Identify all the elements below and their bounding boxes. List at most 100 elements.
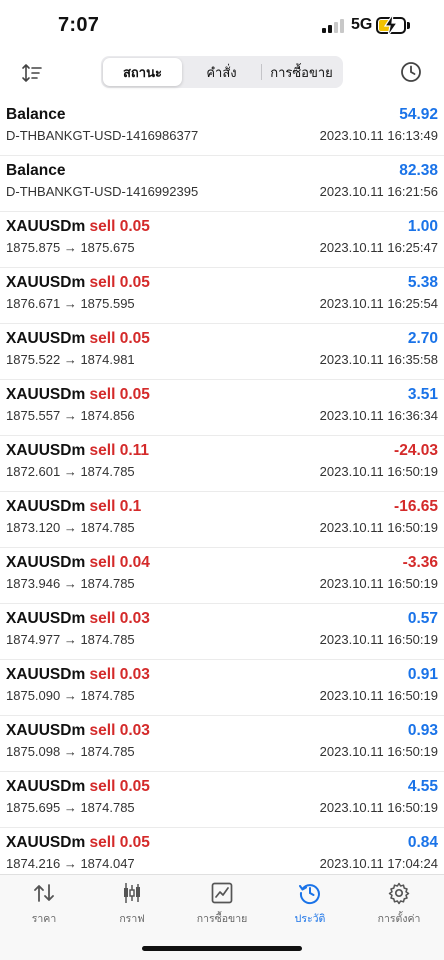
row-time: 2023.10.11 16:50:19 bbox=[319, 464, 438, 479]
row-symbol: XAUUSDm bbox=[6, 610, 86, 627]
history-row[interactable]: XAUUSDm sell 0.05 1875.875 → 1875.675 1.… bbox=[0, 212, 444, 268]
nav-chart[interactable]: กราฟ bbox=[92, 881, 172, 933]
row-side: sell bbox=[89, 610, 116, 627]
row-detail: D-THBANKGT-USD-1416992395 bbox=[6, 184, 199, 199]
quotes-icon bbox=[34, 884, 54, 902]
row-time: 2023.10.11 16:50:19 bbox=[319, 632, 438, 647]
history-row[interactable]: XAUUSDm sell 0.11 1872.601 → 1874.785 -2… bbox=[0, 436, 444, 492]
row-profit: 0.57 bbox=[407, 610, 438, 627]
row-title: XAUUSDm sell 0.05 bbox=[6, 386, 150, 404]
row-detail: D-THBANKGT-USD-1416986377 bbox=[6, 128, 199, 143]
row-title: XAUUSDm sell 0.05 bbox=[6, 218, 150, 236]
row-title: XAUUSDm sell 0.05 bbox=[6, 834, 150, 852]
row-symbol: XAUUSDm bbox=[6, 442, 86, 459]
nav-trade[interactable]: การซื้อขาย bbox=[182, 881, 262, 933]
row-detail: 1874.977 → 1874.785 bbox=[6, 632, 135, 647]
row-volume: 0.03 bbox=[119, 610, 150, 627]
nav-quotes[interactable]: ราคา bbox=[4, 881, 84, 933]
row-title: XAUUSDm sell 0.05 bbox=[6, 778, 150, 796]
row-symbol: XAUUSDm bbox=[6, 274, 86, 291]
row-profit: -24.03 bbox=[394, 442, 438, 459]
tab-deals[interactable]: การซื้อขาย bbox=[262, 58, 341, 86]
signal-icon bbox=[322, 19, 346, 33]
row-time: 2023.10.11 16:25:54 bbox=[319, 296, 438, 311]
row-detail: 1875.098 → 1874.785 bbox=[6, 744, 135, 759]
row-profit: 5.38 bbox=[407, 274, 438, 291]
row-side: sell bbox=[89, 330, 116, 347]
row-title: XAUUSDm sell 0.03 bbox=[6, 722, 150, 740]
row-detail: 1875.695 → 1874.785 bbox=[6, 800, 135, 815]
row-symbol: XAUUSDm bbox=[6, 386, 86, 403]
row-profit: 3.51 bbox=[407, 386, 438, 403]
row-time: 2023.10.11 16:35:58 bbox=[319, 352, 438, 367]
row-time: 2023.10.11 16:50:19 bbox=[319, 800, 438, 815]
row-title: Balance bbox=[6, 106, 66, 123]
tab-orders[interactable]: คำสั่ง bbox=[182, 58, 261, 86]
row-detail: 1875.875 → 1875.675 bbox=[6, 240, 135, 255]
row-side: sell bbox=[89, 442, 116, 459]
toolbar: สถานะ คำสั่ง การซื้อขาย bbox=[0, 50, 444, 95]
row-title: XAUUSDm sell 0.03 bbox=[6, 610, 150, 628]
row-detail: 1873.946 → 1874.785 bbox=[6, 576, 135, 591]
row-volume: 0.05 bbox=[119, 274, 150, 291]
row-volume: 0.05 bbox=[119, 218, 150, 235]
chart-icon bbox=[124, 883, 140, 903]
row-volume: 0.05 bbox=[119, 834, 150, 851]
history-row[interactable]: XAUUSDm sell 0.05 1875.557 → 1874.856 3.… bbox=[0, 380, 444, 436]
row-side: sell bbox=[89, 778, 116, 795]
history-row[interactable]: XAUUSDm sell 0.1 1873.120 → 1874.785 -16… bbox=[0, 492, 444, 548]
trade-icon bbox=[211, 882, 233, 904]
nav-quotes-label: ราคา bbox=[31, 913, 57, 925]
row-time: 2023.10.11 16:36:34 bbox=[319, 408, 438, 423]
row-title: XAUUSDm sell 0.05 bbox=[6, 330, 150, 348]
history-row[interactable]: XAUUSDm sell 0.04 1873.946 → 1874.785 -3… bbox=[0, 548, 444, 604]
history-row[interactable]: Balance D-THBANKGT-USD-1416992395 82.38 … bbox=[0, 156, 444, 212]
row-volume: 0.05 bbox=[119, 386, 150, 403]
network-label: 5G bbox=[351, 16, 373, 33]
row-volume: 0.11 bbox=[119, 442, 150, 459]
row-symbol: XAUUSDm bbox=[6, 666, 86, 683]
row-profit: -16.65 bbox=[394, 498, 438, 515]
row-title: Balance bbox=[6, 162, 66, 179]
row-volume: 0.05 bbox=[119, 778, 150, 795]
history-icon bbox=[299, 884, 320, 905]
history-row[interactable]: XAUUSDm sell 0.03 1874.977 → 1874.785 0.… bbox=[0, 604, 444, 660]
status-time: 7:07 bbox=[58, 14, 100, 36]
row-detail: 1875.090 → 1874.785 bbox=[6, 688, 135, 703]
row-title: XAUUSDm sell 0.05 bbox=[6, 274, 150, 292]
history-row[interactable]: XAUUSDm sell 0.05 1875.695 → 1874.785 4.… bbox=[0, 772, 444, 828]
row-time: 2023.10.11 17:04:24 bbox=[319, 856, 438, 871]
row-side: sell bbox=[89, 386, 116, 403]
history-row[interactable]: XAUUSDm sell 0.05 1875.522 → 1874.981 2.… bbox=[0, 324, 444, 380]
row-title: XAUUSDm sell 0.03 bbox=[6, 666, 150, 684]
row-volume: 0.03 bbox=[119, 722, 150, 739]
row-volume: 0.1 bbox=[119, 498, 142, 515]
row-title: XAUUSDm sell 0.1 bbox=[6, 498, 141, 516]
row-symbol: XAUUSDm bbox=[6, 834, 86, 851]
clock-icon[interactable] bbox=[400, 61, 422, 83]
history-row[interactable]: XAUUSDm sell 0.03 1875.098 → 1874.785 0.… bbox=[0, 716, 444, 772]
nav-settings[interactable]: การตั้งค่า bbox=[359, 881, 439, 933]
history-row[interactable]: Balance D-THBANKGT-USD-1416986377 54.92 … bbox=[0, 100, 444, 156]
row-side: sell bbox=[89, 666, 116, 683]
sort-icon[interactable] bbox=[21, 62, 43, 84]
tab-positions[interactable]: สถานะ bbox=[103, 58, 182, 86]
row-symbol: XAUUSDm bbox=[6, 498, 86, 515]
history-row[interactable]: XAUUSDm sell 0.05 1876.671 → 1875.595 5.… bbox=[0, 268, 444, 324]
row-time: 2023.10.11 16:50:19 bbox=[319, 688, 438, 703]
row-profit: 0.91 bbox=[407, 666, 438, 683]
nav-history[interactable]: ประวัติ bbox=[270, 881, 350, 933]
row-side: sell bbox=[89, 498, 116, 515]
home-indicator bbox=[142, 946, 302, 951]
charging-bolt-icon bbox=[383, 13, 399, 37]
row-side: sell bbox=[89, 722, 116, 739]
row-volume: 0.03 bbox=[119, 666, 150, 683]
battery-tip bbox=[407, 22, 410, 29]
row-time: 2023.10.11 16:13:49 bbox=[319, 128, 438, 143]
row-symbol: XAUUSDm bbox=[6, 722, 86, 739]
settings-icon bbox=[388, 882, 410, 905]
row-profit: -3.36 bbox=[402, 554, 438, 571]
row-side: sell bbox=[89, 274, 116, 291]
history-row[interactable]: XAUUSDm sell 0.03 1875.090 → 1874.785 0.… bbox=[0, 660, 444, 716]
row-title: XAUUSDm sell 0.04 bbox=[6, 554, 150, 572]
